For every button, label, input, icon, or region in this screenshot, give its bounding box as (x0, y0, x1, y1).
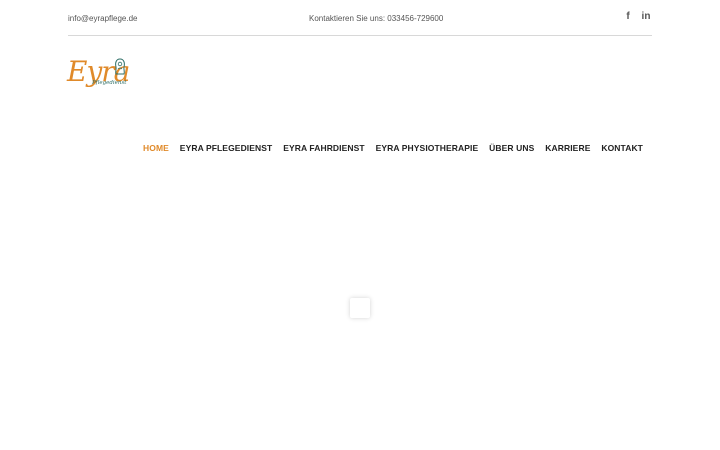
loading-spinner (350, 298, 370, 318)
logo-subtitle: Pflegedienst (92, 80, 127, 86)
nav-item-eyra-pflegedienst[interactable]: EYRA PFLEGEDIENST (180, 143, 273, 153)
facebook-icon[interactable]: f (622, 10, 634, 22)
linkedin-icon[interactable]: in (640, 10, 652, 22)
nav-item-karriere[interactable]: KARRIERE (545, 143, 590, 153)
site-logo[interactable]: Eyra Pflegedienst (67, 56, 130, 92)
nav-item-eyra-fahrdienst[interactable]: EYRA FAHRDIENST (283, 143, 364, 153)
nav-item-ueber-uns[interactable]: ÜBER UNS (489, 143, 534, 153)
contact-phone[interactable]: Kontaktieren Sie uns: 033456-729600 (309, 14, 443, 23)
nav-item-kontakt[interactable]: KONTAKT (601, 143, 643, 153)
social-links: f in (622, 10, 652, 22)
top-bar: info@eyrapflege.de Kontaktieren Sie uns:… (68, 8, 652, 36)
nav-item-home[interactable]: HOME (143, 143, 169, 153)
logo-emblem-icon (115, 58, 125, 75)
nav-item-eyra-physiotherapie[interactable]: EYRA PHYSIOTHERAPIE (376, 143, 479, 153)
email-link[interactable]: info@eyrapflege.de (68, 14, 138, 23)
main-navigation: HOME EYRA PFLEGEDIENST EYRA FAHRDIENST E… (143, 141, 643, 155)
